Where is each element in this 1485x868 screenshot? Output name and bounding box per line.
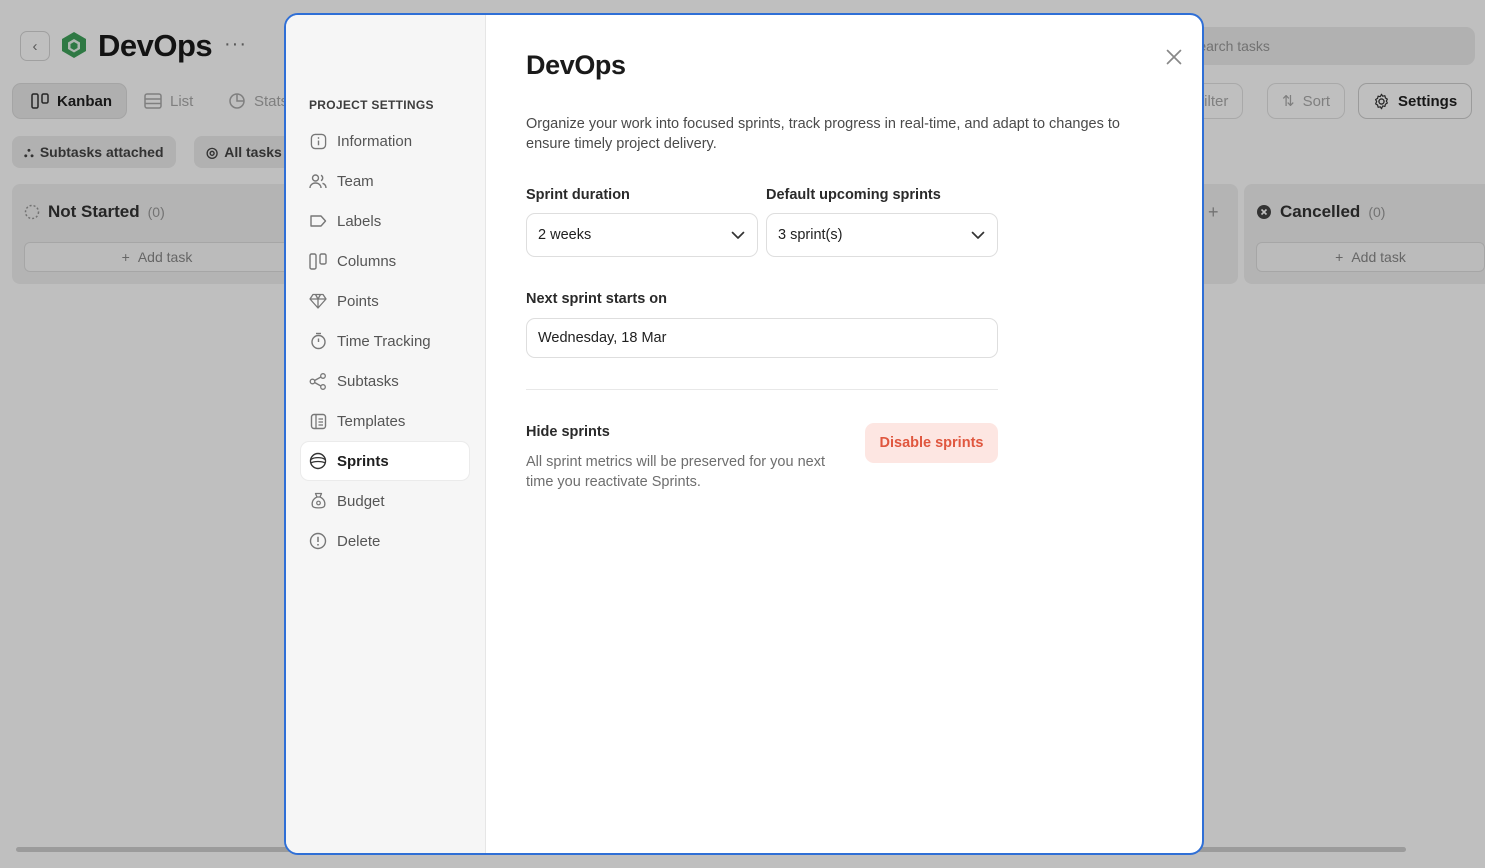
settings-nav: Information Team Labels Columns Points T…	[301, 122, 469, 562]
nav-item-columns[interactable]: Columns	[301, 242, 469, 280]
chevron-down-icon	[971, 231, 985, 239]
label-icon	[309, 212, 327, 230]
next-sprint-date-input[interactable]: Wednesday, 18 Mar	[526, 318, 998, 358]
settings-sidebar: PROJECT SETTINGS Information Team Labels…	[286, 15, 486, 853]
disable-sprints-button[interactable]: Disable sprints	[865, 423, 998, 463]
nav-label: Templates	[337, 412, 406, 430]
delete-icon	[309, 532, 327, 550]
diamond-icon	[309, 292, 327, 310]
nav-label: Time Tracking	[337, 332, 431, 350]
subtasks-icon	[309, 372, 327, 390]
upcoming-sprints-value: 3 sprint(s)	[778, 227, 843, 243]
close-button[interactable]	[1162, 45, 1186, 69]
sprint-duration-value: 2 weeks	[538, 227, 592, 243]
nav-label: Labels	[337, 212, 382, 230]
upcoming-sprints-label: Default upcoming sprints	[766, 187, 941, 203]
nav-label: Budget	[337, 492, 385, 510]
columns-icon	[309, 252, 327, 270]
modal-description: Organize your work into focused sprints,…	[526, 116, 1120, 152]
nav-label: Information	[337, 132, 413, 150]
sidebar-heading: PROJECT SETTINGS	[309, 98, 434, 112]
sprints-icon	[309, 452, 327, 470]
nav-item-sprints[interactable]: Sprints	[301, 442, 469, 480]
nav-label: Points	[337, 292, 379, 310]
budget-icon	[309, 492, 327, 510]
nav-item-templates[interactable]: Templates	[301, 402, 469, 440]
project-settings-modal: PROJECT SETTINGS Information Team Labels…	[284, 13, 1204, 855]
nav-item-subtasks[interactable]: Subtasks	[301, 362, 469, 400]
timer-icon	[309, 332, 327, 350]
nav-item-team[interactable]: Team	[301, 162, 469, 200]
next-sprint-value: Wednesday, 18 Mar	[538, 330, 667, 346]
section-divider	[526, 389, 998, 390]
hide-sprints-title: Hide sprints	[526, 424, 610, 440]
close-icon	[1166, 49, 1182, 65]
nav-item-information[interactable]: Information	[301, 122, 469, 160]
nav-label: Subtasks	[337, 372, 399, 390]
nav-item-delete[interactable]: Delete	[301, 522, 469, 560]
nav-item-points[interactable]: Points	[301, 282, 469, 320]
hide-sprints-description: All sprint metrics will be preserved for…	[526, 454, 825, 490]
team-icon	[309, 172, 327, 190]
templates-icon	[309, 412, 327, 430]
nav-item-labels[interactable]: Labels	[301, 202, 469, 240]
settings-content: DevOps Organize your work into focused s…	[486, 15, 1202, 853]
nav-label: Delete	[337, 532, 381, 550]
upcoming-sprints-select[interactable]: 3 sprint(s)	[766, 213, 998, 257]
sprint-duration-select[interactable]: 2 weeks	[526, 213, 758, 257]
nav-label: Team	[337, 172, 374, 190]
nav-label: Columns	[337, 252, 397, 270]
nav-label: Sprints	[337, 452, 389, 470]
nav-item-budget[interactable]: Budget	[301, 482, 469, 520]
nav-item-time-tracking[interactable]: Time Tracking	[301, 322, 469, 360]
chevron-down-icon	[731, 231, 745, 239]
modal-title: DevOps	[526, 50, 626, 80]
info-icon	[309, 132, 327, 150]
sprint-duration-label: Sprint duration	[526, 187, 630, 203]
next-sprint-label: Next sprint starts on	[526, 291, 667, 307]
